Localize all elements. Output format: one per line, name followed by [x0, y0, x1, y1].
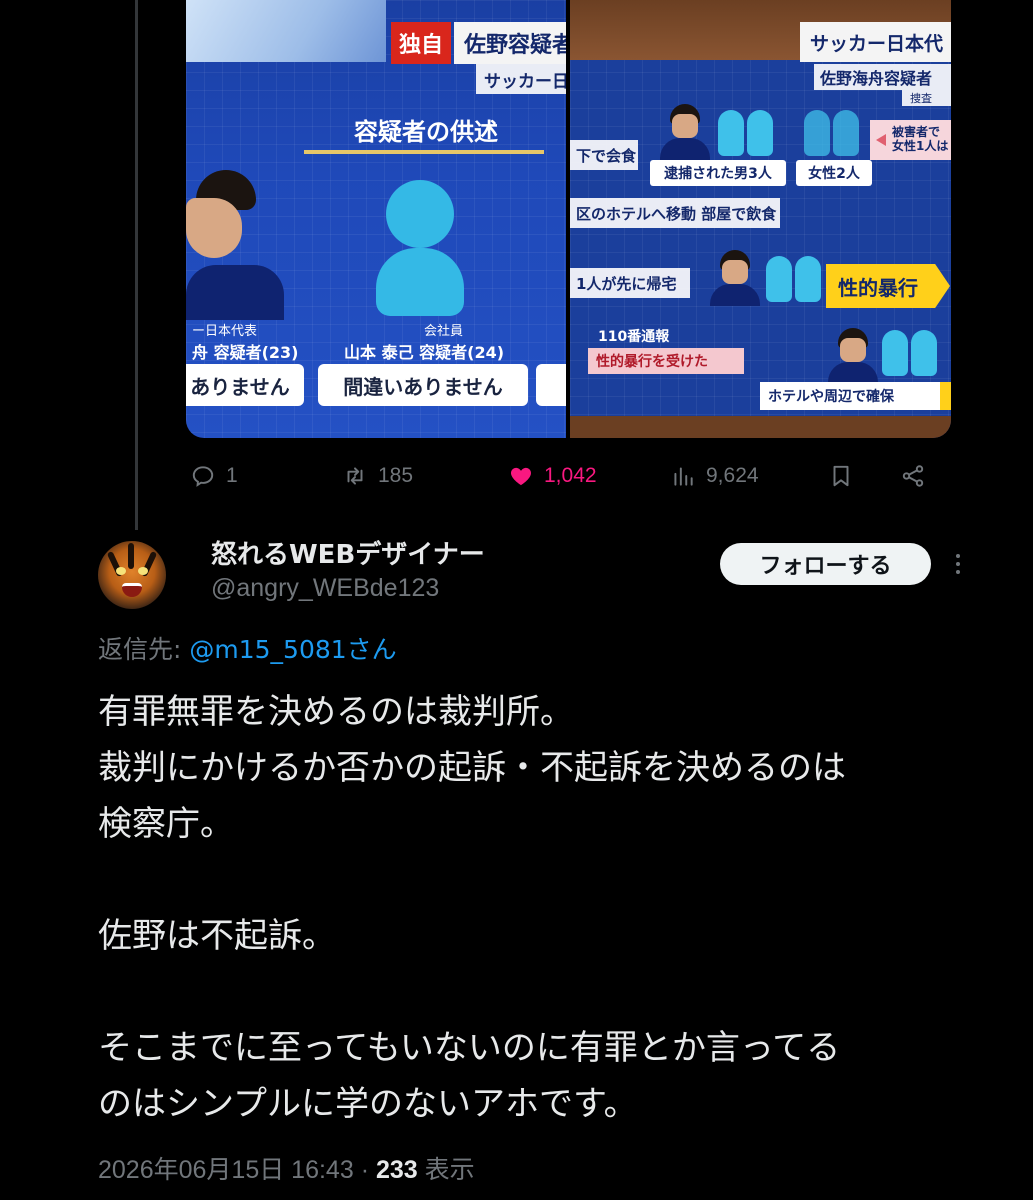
views-count: 9,624 — [706, 464, 759, 487]
desk-edge — [570, 416, 951, 438]
tweet-line: 佐野は不起訴。 — [98, 916, 336, 956]
silhouette-body — [376, 248, 464, 316]
separator: · — [360, 1156, 370, 1184]
suspect-thumbnail — [708, 250, 762, 306]
arrow-label: 性的暴行 — [826, 264, 950, 308]
display-name[interactable]: 怒れるWEBデザイナー — [211, 534, 485, 571]
follow-button[interactable]: フォローする — [720, 543, 931, 585]
news-headline: 佐野容疑者 — [454, 22, 566, 64]
tweet-media[interactable]: 独自 佐野容疑者 サッカー日 容疑者の供述 ー日本代表 舟 容疑者(23) 会社… — [186, 0, 951, 438]
tweet-metadata: 2026年06月15日 16:43 · 233 表示 — [98, 1150, 475, 1186]
more-dot-icon — [956, 570, 960, 574]
suspect-photo — [186, 170, 286, 320]
tweet-line: 有罪無罪を決めるのは裁判所。 — [98, 692, 574, 732]
mid-caption-title: 会社員 — [424, 324, 464, 339]
view-count: 233 — [375, 1156, 418, 1184]
like-button[interactable]: 1,042 — [508, 463, 597, 489]
media-image-right[interactable]: サッカー日本代 佐野海舟容疑者 捜査 被害者で 女性1人は 下で会食 逮捕された… — [570, 0, 951, 438]
quote-box-2: 間違いありません — [318, 364, 528, 406]
tweet-line: そこまでに至ってもいないのに有罪とか言ってる — [98, 1028, 841, 1068]
reply-to-mention[interactable]: @m15_5081さん — [189, 635, 396, 664]
tweet-line — [98, 964, 978, 1020]
heart-icon — [510, 467, 532, 486]
sky-decoration — [186, 0, 386, 62]
victim-note: 被害者で 女性1人は — [870, 120, 951, 160]
suspect-thumbnail — [826, 328, 880, 384]
more-options-button[interactable] — [948, 548, 968, 580]
section-title: 容疑者の供述 — [354, 118, 498, 146]
left-caption-title: ー日本代表 — [192, 324, 258, 339]
reply-context: 返信先: @m15_5081さん — [98, 630, 397, 666]
more-dot-icon — [956, 554, 960, 558]
media-image-left[interactable]: 独自 佐野容疑者 サッカー日 容疑者の供述 ー日本代表 舟 容疑者(23) 会社… — [186, 0, 566, 438]
repost-button[interactable]: 185 — [342, 463, 413, 489]
bookmark-button[interactable] — [828, 463, 854, 489]
views-button[interactable]: 9,624 — [670, 463, 759, 489]
quote-box-3 — [536, 364, 566, 406]
user-handle[interactable]: @angry_WEBde123 — [211, 574, 439, 603]
bookmark-icon — [833, 465, 849, 487]
emergency-call-label: 110番通報 — [598, 329, 670, 345]
silhouette-pair-icon — [718, 110, 773, 156]
view-label: 表示 — [424, 1156, 475, 1184]
news-subheadline: サッカー日 — [476, 64, 566, 94]
timeline-strip: 下で会食 — [570, 140, 638, 170]
tweet-line — [98, 852, 978, 908]
arrested-men-label: 逮捕された男3人 — [650, 160, 786, 186]
news-subheadline: 佐野海舟容疑者 — [814, 64, 951, 90]
timeline-strip: 区のホテルへ移動 部屋で飲食 — [570, 198, 780, 228]
quote-box-1: ありません — [186, 364, 304, 406]
silhouette-pair-icon — [804, 110, 859, 156]
repost-icon — [347, 467, 363, 485]
hotel-strip: ホテルや周辺で確保 — [760, 382, 951, 410]
share-button[interactable] — [900, 463, 926, 489]
more-dot-icon — [956, 562, 960, 566]
silhouette-pair-icon — [766, 256, 821, 302]
timeline-strip: 1人が先に帰宅 — [570, 268, 690, 298]
reply-button[interactable]: 1 — [190, 463, 238, 489]
left-caption-name: 舟 容疑者(23) — [192, 343, 299, 362]
news-headline: サッカー日本代 — [800, 22, 951, 62]
reply-to-prefix: 返信先: — [98, 635, 190, 664]
reply-icon — [192, 466, 214, 487]
silhouette-icon — [386, 180, 454, 248]
like-count: 1,042 — [544, 464, 597, 487]
reply-count: 1 — [226, 464, 238, 487]
exclusive-badge: 独自 — [391, 22, 451, 64]
analytics-icon — [674, 467, 693, 486]
tweet-line: のはシンプルに学のないアホです。 — [98, 1084, 638, 1124]
repost-count: 185 — [378, 464, 414, 487]
women-label: 女性2人 — [796, 160, 872, 186]
tweet-text: 有罪無罪を決めるのは裁判所。 裁判にかけるか否かの起訴・不起訴を決めるのは 検察… — [98, 684, 978, 1132]
tweet-line: 検察庁。 — [98, 804, 234, 844]
silhouette-pair-icon — [882, 330, 937, 376]
assault-strip: 性的暴行を受けた — [588, 348, 744, 374]
timestamp[interactable]: 2026年06月15日 16:43 — [98, 1156, 354, 1184]
tweet-action-bar: 1 185 1,042 9,624 — [186, 454, 946, 498]
mid-caption-name: 山本 泰己 容疑者(24) — [344, 343, 505, 362]
thread-connector-line — [135, 0, 138, 530]
tweet-line: 裁判にかけるか否かの起訴・不起訴を決めるのは — [98, 748, 846, 788]
title-underline — [304, 150, 544, 154]
news-note: 捜査 — [902, 90, 951, 106]
share-icon — [902, 465, 924, 487]
suspect-thumbnail — [658, 104, 712, 160]
avatar[interactable] — [98, 541, 166, 609]
